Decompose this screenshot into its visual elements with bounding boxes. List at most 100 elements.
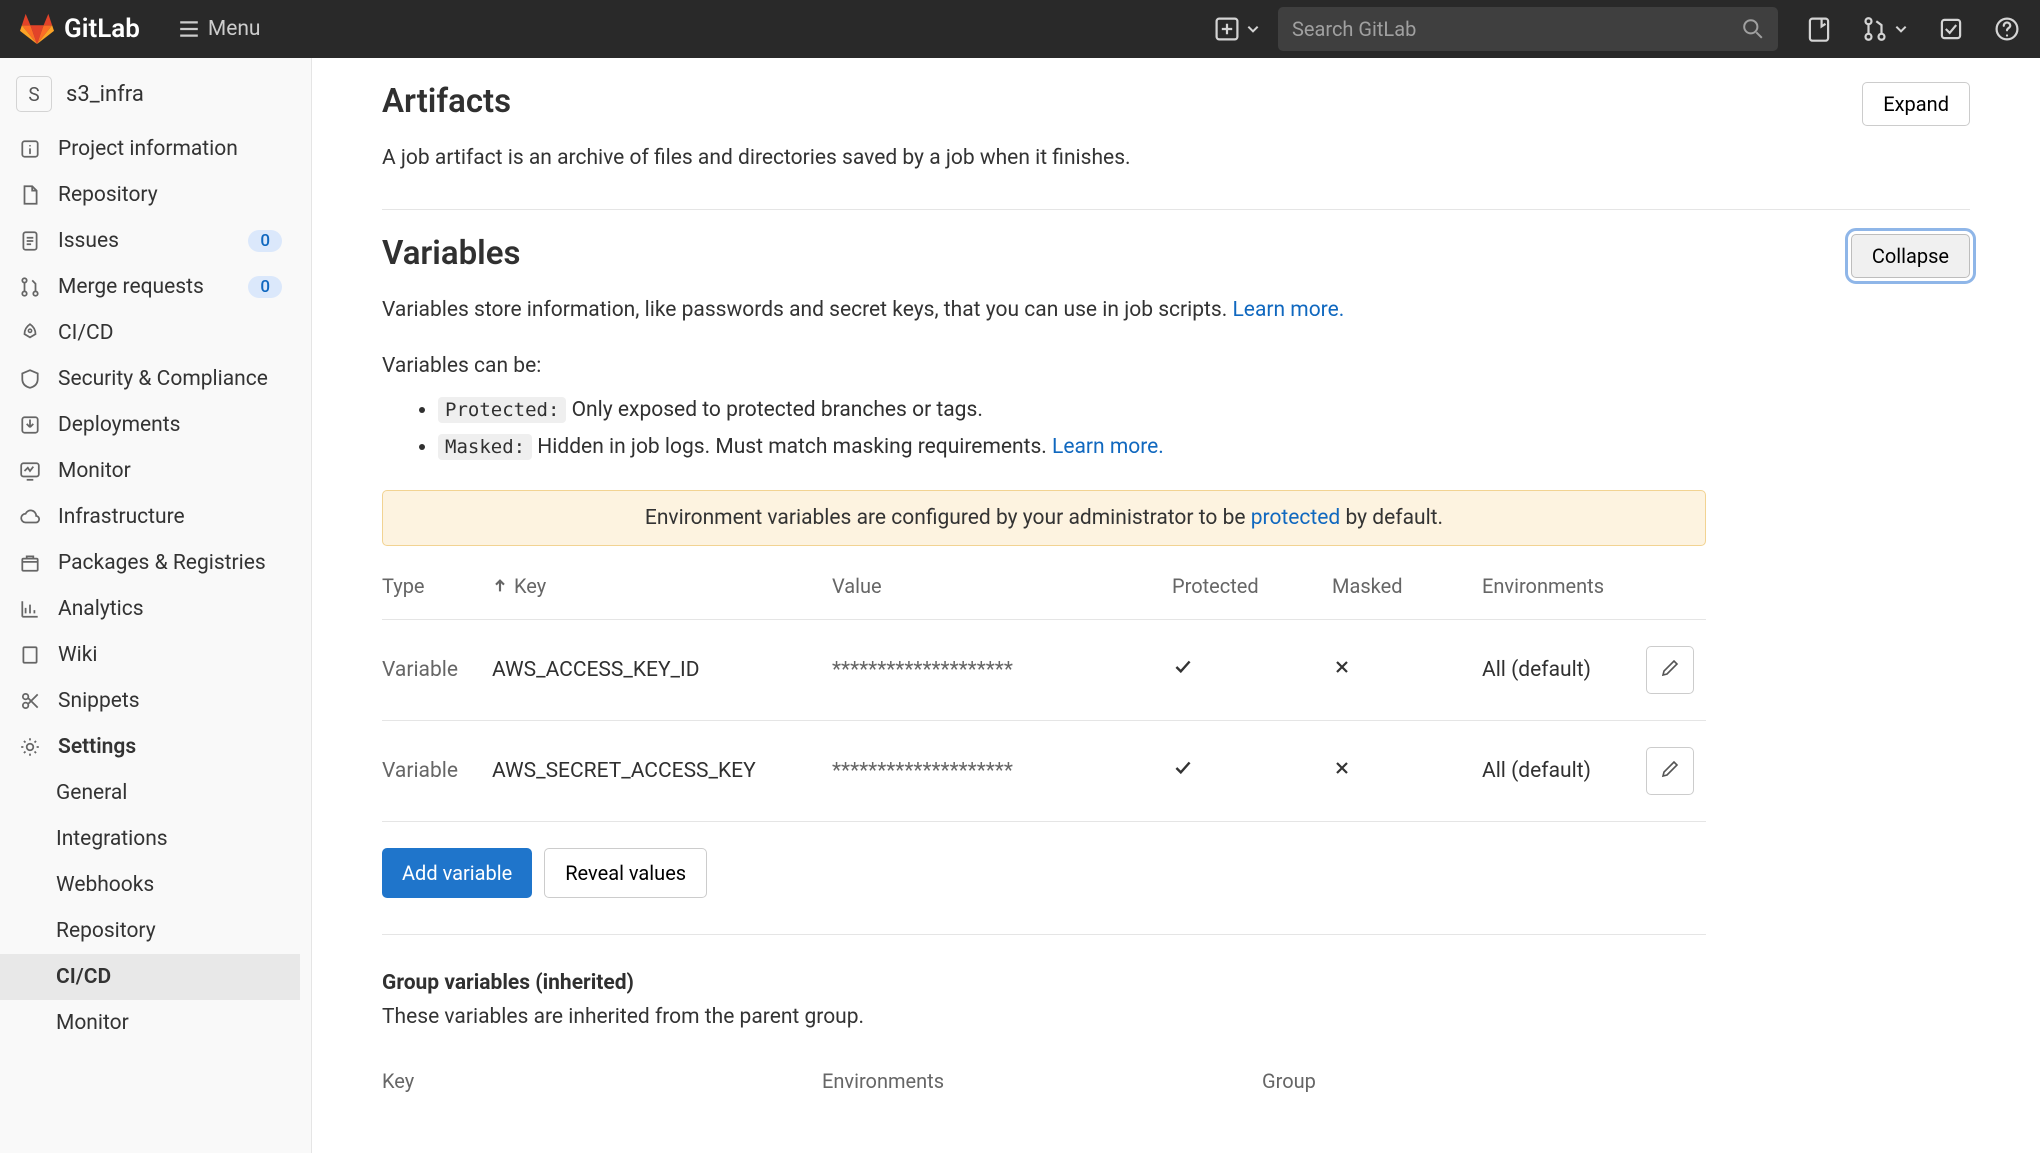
issues-side-icon [18, 229, 42, 253]
cell-masked [1332, 619, 1482, 720]
group-col-key[interactable]: Key [382, 1069, 822, 1093]
sidebar-item-issues[interactable]: Issues 0 [0, 218, 300, 264]
variables-section: Variables Collapse Variables store infor… [382, 210, 1970, 1107]
deploy-icon [18, 413, 42, 437]
search-input[interactable] [1278, 7, 1778, 51]
masked-text: Hidden in job logs. Must match masking r… [532, 435, 1052, 459]
shield-icon [18, 367, 42, 391]
pencil-icon [1660, 658, 1680, 682]
x-icon [1332, 659, 1352, 683]
tanuki-icon [20, 12, 54, 46]
sidebar-item-security[interactable]: Security & Compliance [0, 356, 300, 402]
variables-learn-more-link[interactable]: Learn more. [1233, 298, 1345, 322]
alert-protected-link[interactable]: protected [1251, 506, 1341, 530]
menu-button[interactable]: Menu [178, 17, 261, 41]
col-environments[interactable]: Environments [1482, 554, 1646, 620]
artifacts-section: Artifacts Expand A job artifact is an ar… [382, 82, 1970, 210]
sub-item-monitor[interactable]: Monitor [0, 1000, 300, 1046]
plus-square-icon [1214, 16, 1240, 42]
sidebar-item-label: Repository [58, 183, 282, 207]
sidebar-item-monitor[interactable]: Monitor [0, 448, 300, 494]
help-icon[interactable] [1994, 16, 2020, 42]
info-icon [18, 137, 42, 161]
sidebar-item-label: Packages & Registries [58, 551, 282, 575]
cell-masked [1332, 720, 1482, 821]
cell-environments: All (default) [1482, 619, 1646, 720]
sidebar-item-infrastructure[interactable]: Infrastructure [0, 494, 300, 540]
sidebar-item-deployments[interactable]: Deployments [0, 402, 300, 448]
sidebar-item-analytics[interactable]: Analytics [0, 586, 300, 632]
sidebar-item-label: Security & Compliance [58, 367, 282, 391]
chevron-down-icon [1894, 22, 1908, 36]
sub-item-cicd[interactable]: CI/CD [0, 954, 300, 1000]
cloud-icon [18, 505, 42, 529]
sub-item-integrations[interactable]: Integrations [0, 816, 300, 862]
sidebar-item-merge-requests[interactable]: Merge requests 0 [0, 264, 300, 310]
reveal-values-button[interactable]: Reveal values [544, 848, 707, 898]
group-variables-title: Group variables (inherited) [382, 971, 1706, 995]
group-variables-description: These variables are inherited from the p… [382, 1005, 1706, 1029]
sidebar-item-wiki[interactable]: Wiki [0, 632, 300, 678]
project-name: s3_infra [66, 82, 144, 107]
create-menu[interactable] [1214, 16, 1260, 42]
table-row: VariableAWS_SECRET_ACCESS_KEY***********… [382, 720, 1706, 821]
file-icon [18, 183, 42, 207]
sidebar-item-project-information[interactable]: Project information [0, 126, 300, 172]
sidebar-item-label: Project information [58, 137, 282, 161]
col-protected[interactable]: Protected [1172, 554, 1332, 620]
issues-icon[interactable] [1806, 16, 1832, 42]
bullet-masked: Masked: Hidden in job logs. Must match m… [438, 429, 1970, 466]
col-masked[interactable]: Masked [1332, 554, 1482, 620]
group-variables-section: Group variables (inherited) These variab… [382, 935, 1706, 1107]
sidebar-item-snippets[interactable]: Snippets [0, 678, 300, 724]
project-header[interactable]: S s3_infra [0, 58, 300, 126]
masked-learn-more-link[interactable]: Learn more. [1052, 435, 1164, 459]
edit-variable-button[interactable] [1646, 747, 1694, 795]
sidebar-item-label: CI/CD [58, 321, 282, 345]
sub-item-repository[interactable]: Repository [0, 908, 300, 954]
cell-type: Variable [382, 619, 492, 720]
sidebar-item-settings[interactable]: Settings [0, 724, 300, 770]
sidebar-item-label: Deployments [58, 413, 282, 437]
cell-type: Variable [382, 720, 492, 821]
artifacts-expand-button[interactable]: Expand [1862, 82, 1970, 126]
scissors-icon [18, 689, 42, 713]
variables-desc-text: Variables store information, like passwo… [382, 298, 1233, 322]
gear-icon [18, 735, 42, 759]
sidebar-item-label: Analytics [58, 597, 282, 621]
cell-value: ******************** [832, 619, 1172, 720]
variables-collapse-button[interactable]: Collapse [1851, 234, 1970, 278]
brand-text: GitLab [64, 14, 140, 44]
col-type[interactable]: Type [382, 554, 492, 620]
sidebar-item-label: Merge requests [58, 275, 232, 299]
group-col-group[interactable]: Group [1262, 1069, 1706, 1093]
edit-variable-button[interactable] [1646, 646, 1694, 694]
sidebar-item-packages[interactable]: Packages & Registries [0, 540, 300, 586]
sub-item-general[interactable]: General [0, 770, 300, 816]
merge-request-side-icon [18, 275, 42, 299]
artifacts-title: Artifacts [382, 82, 511, 121]
book-icon [18, 643, 42, 667]
bullet-protected: Protected: Only exposed to protected bra… [438, 392, 1970, 429]
sidebar-item-label: Wiki [58, 643, 282, 667]
col-key[interactable]: Key [492, 554, 832, 620]
group-col-environments[interactable]: Environments [822, 1069, 1262, 1093]
alert-pre: Environment variables are configured by … [645, 506, 1251, 530]
sidebar-item-repository[interactable]: Repository [0, 172, 300, 218]
add-variable-button[interactable]: Add variable [382, 848, 532, 898]
merge-requests-menu[interactable] [1862, 16, 1908, 42]
artifacts-description: A job artifact is an archive of files an… [382, 142, 1970, 175]
alert-post: by default. [1340, 506, 1443, 530]
sub-item-webhooks[interactable]: Webhooks [0, 862, 300, 908]
sidebar-item-cicd[interactable]: CI/CD [0, 310, 300, 356]
protected-alert: Environment variables are configured by … [382, 490, 1706, 546]
sort-asc-icon [492, 578, 508, 594]
sidebar-badge: 0 [248, 230, 282, 252]
main-content: Artifacts Expand A job artifact is an ar… [312, 58, 2040, 1153]
col-value[interactable]: Value [832, 554, 1172, 620]
gitlab-logo[interactable]: GitLab [20, 12, 140, 46]
pencil-icon [1660, 759, 1680, 783]
project-avatar: S [16, 76, 52, 112]
variables-table: Type Key Value Protected Masked Environm… [382, 554, 1706, 822]
todos-icon[interactable] [1938, 16, 1964, 42]
